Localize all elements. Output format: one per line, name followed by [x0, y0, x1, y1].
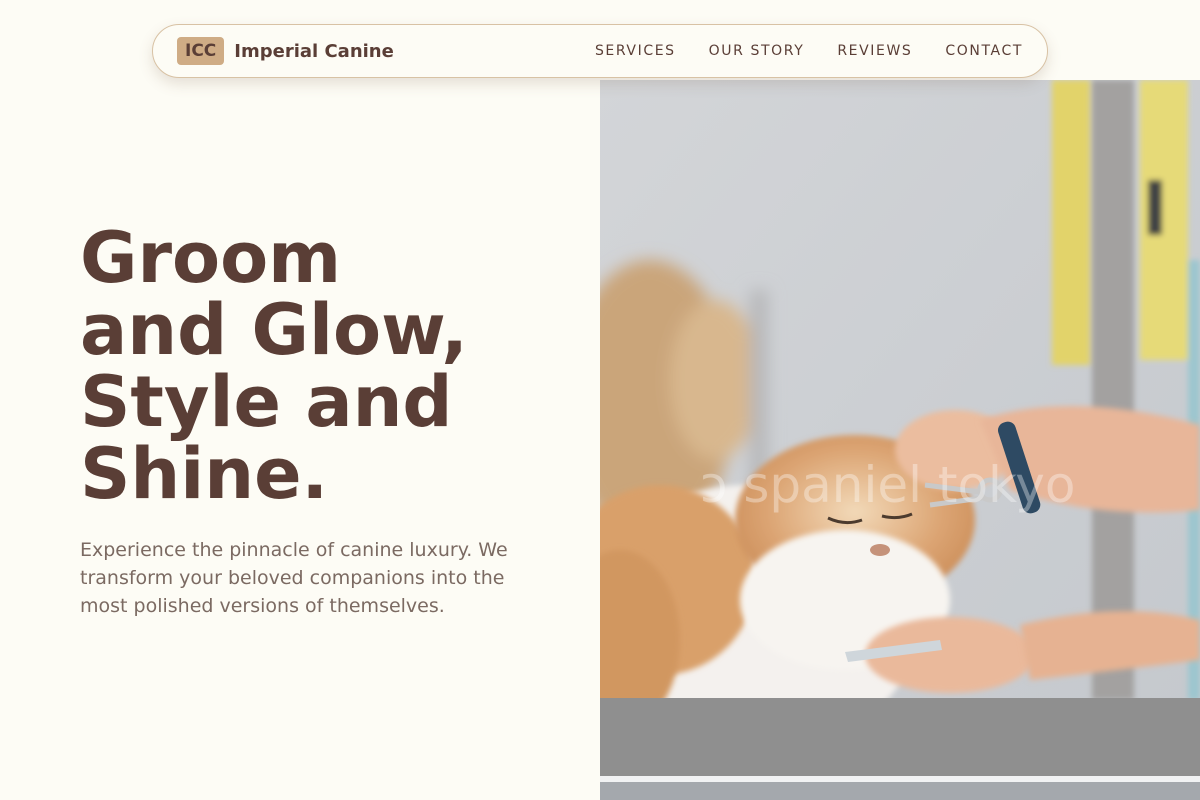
photo-watermark: ɔ spaniel tokyo — [700, 456, 1076, 514]
hero-title-line: Groom — [80, 217, 342, 299]
hero-subtitle: Experience the pinnacle of canine luxury… — [80, 539, 508, 617]
hero-photo-grooming: ɔ spaniel tokyo — [600, 80, 1200, 800]
nav-links: SERVICES OUR STORY REVIEWS CONTACT — [595, 43, 1023, 59]
nav-link-reviews[interactable]: REVIEWS — [837, 43, 912, 59]
brand-name: Imperial Canine — [234, 40, 394, 62]
hero-title: Groom and Glow, Style and Shine. — [80, 222, 580, 510]
hero-title-line: Shine. — [80, 433, 329, 515]
nav-link-contact[interactable]: CONTACT — [945, 43, 1023, 59]
top-navigation: ICC Imperial Canine SERVICES OUR STORY R… — [152, 24, 1048, 78]
nav-link-services[interactable]: SERVICES — [595, 43, 676, 59]
hero-title-line: Style and — [80, 361, 453, 443]
brand-logo[interactable]: ICC Imperial Canine — [177, 37, 394, 65]
grooming-illustration — [600, 80, 1200, 800]
hero-title-line: and Glow, — [80, 289, 468, 371]
nav-link-our-story[interactable]: OUR STORY — [709, 43, 805, 59]
brand-badge: ICC — [177, 37, 225, 65]
